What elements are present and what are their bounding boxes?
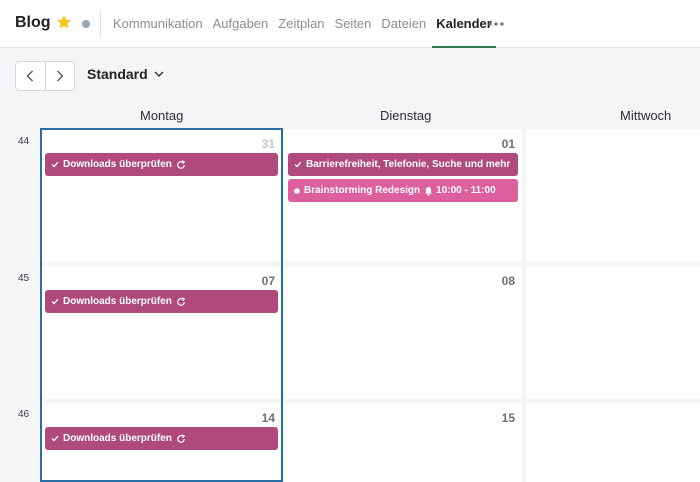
- tab-aufgaben[interactable]: Aufgaben: [213, 0, 269, 48]
- appointment-event[interactable]: Brainstorming Redesign 10:00 - 11:00: [288, 179, 518, 202]
- day-cell[interactable]: 31: [41, 129, 282, 262]
- chevron-down-icon: [154, 71, 164, 77]
- check-icon: [51, 298, 59, 305]
- day-cell[interactable]: 07: [41, 266, 282, 399]
- task-event[interactable]: Downloads überprüfen: [45, 153, 278, 176]
- check-icon: [51, 435, 59, 442]
- header-divider: [100, 10, 101, 38]
- day-number: 01: [501, 137, 515, 151]
- alarm-bell-icon: [425, 186, 433, 196]
- previous-period-button[interactable]: [16, 62, 45, 90]
- task-event[interactable]: Downloads überprüfen: [45, 427, 278, 450]
- day-cell[interactable]: [526, 129, 700, 262]
- project-nav: Kommunikation Aufgaben Zeitplan Seiten Datei…: [113, 0, 502, 48]
- day-number: 15: [501, 411, 515, 425]
- appointment-dot-icon: [294, 187, 300, 194]
- event-label: Barrierefreiheit, Telefonie, Suche und m…: [306, 159, 511, 170]
- event-label: Downloads überprüfen: [63, 159, 172, 170]
- alarm-icon-wrap: [424, 186, 433, 196]
- next-period-button[interactable]: [44, 62, 74, 90]
- period-navigation: [15, 61, 75, 91]
- week-number: 45: [18, 273, 30, 284]
- event-type-icon: [51, 298, 59, 305]
- event-type-icon: [51, 161, 59, 168]
- tab-zeitplan[interactable]: Zeitplan: [278, 0, 324, 48]
- task-event[interactable]: Barrierefreiheit, Telefonie, Suche und m…: [288, 153, 518, 176]
- event-label: Downloads überprüfen: [63, 296, 172, 307]
- project-header: Blog Kommunikation Aufgaben Zeitplan Seiten…: [0, 0, 700, 48]
- recurring-icon-wrap: [176, 159, 186, 170]
- recurring-icon: [177, 433, 186, 443]
- day-header-montag: Montag: [140, 108, 184, 123]
- event-type-icon: [294, 187, 300, 194]
- week-number: 44: [18, 136, 30, 147]
- day-number: 31: [261, 137, 275, 151]
- status-dot-icon: [82, 20, 90, 28]
- day-number: 14: [261, 411, 275, 425]
- tab-dateien[interactable]: Dateien: [381, 0, 426, 48]
- tab-kalender[interactable]: Kalender: [432, 0, 496, 48]
- chevron-right-icon: [56, 70, 64, 82]
- recurring-icon-wrap: [176, 296, 186, 307]
- day-cell[interactable]: 08: [284, 266, 522, 399]
- chevron-left-icon: [26, 70, 34, 82]
- check-icon: [51, 161, 59, 168]
- day-header-mittwoch: Mittwoch: [620, 108, 672, 123]
- view-select[interactable]: Standard: [87, 66, 164, 82]
- day-cell[interactable]: 15: [284, 403, 522, 482]
- recurring-icon: [177, 296, 186, 306]
- check-icon: [294, 161, 302, 168]
- event-type-icon: [294, 161, 302, 168]
- more-horizontal-icon[interactable]: [488, 22, 504, 26]
- recurring-icon-wrap: [176, 433, 186, 444]
- event-label: Brainstorming Redesign: [304, 185, 421, 196]
- event-type-icon: [51, 435, 59, 442]
- project-title: Blog: [15, 14, 51, 31]
- event-label: Downloads überprüfen: [63, 433, 172, 444]
- week-number: 46: [18, 409, 30, 420]
- tab-kommunikation[interactable]: Kommunikation: [113, 0, 203, 48]
- day-header-dienstag: Dienstag: [380, 108, 432, 123]
- calendar-toolbar: Standard: [0, 49, 700, 99]
- day-number: 07: [261, 274, 275, 288]
- event-time: 10:00 - 11:00: [436, 185, 496, 196]
- day-cell[interactable]: [526, 403, 700, 482]
- tab-seiten[interactable]: Seiten: [335, 0, 372, 48]
- day-cell[interactable]: [526, 266, 700, 399]
- view-select-label: Standard: [87, 66, 148, 82]
- recurring-icon: [177, 159, 186, 169]
- star-icon[interactable]: [56, 14, 72, 30]
- task-event[interactable]: Downloads überprüfen: [45, 290, 278, 313]
- day-number: 08: [501, 274, 515, 288]
